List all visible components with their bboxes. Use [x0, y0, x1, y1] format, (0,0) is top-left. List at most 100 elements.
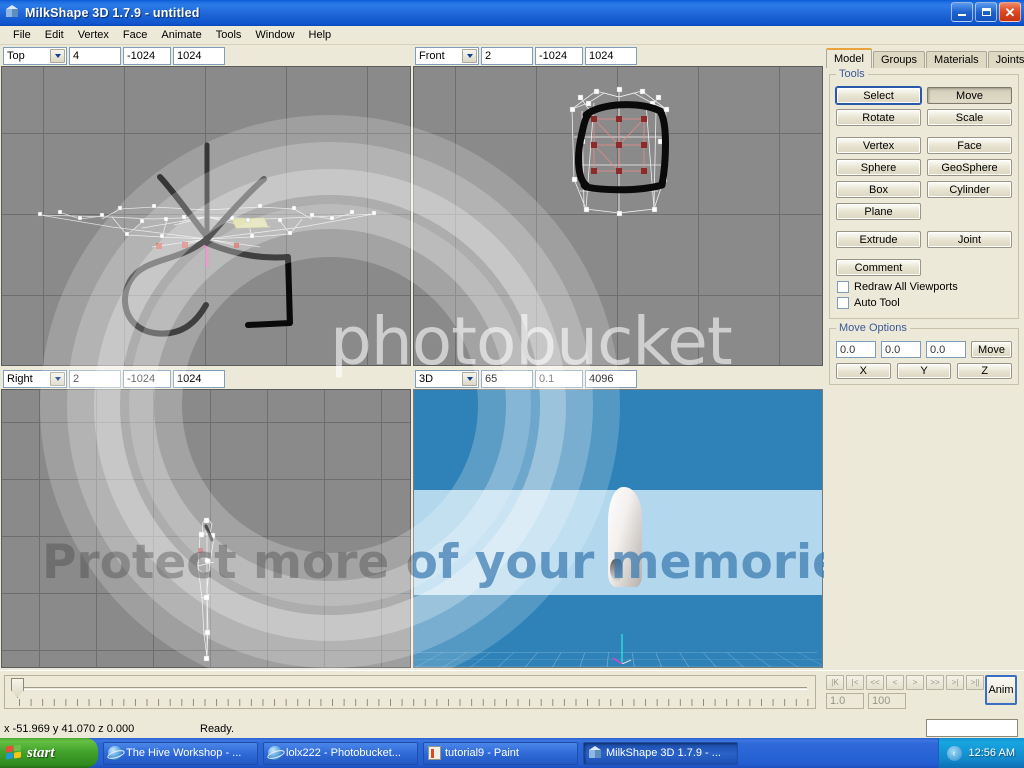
- viewport-front-near-field[interactable]: -1024: [535, 47, 583, 65]
- tool-plane-button[interactable]: Plane: [836, 203, 921, 220]
- menu-item-animate[interactable]: Animate: [154, 27, 208, 43]
- minimize-button[interactable]: [951, 2, 973, 22]
- tool-sphere-button[interactable]: Sphere: [836, 159, 921, 176]
- ie-icon: [268, 746, 282, 760]
- viewport-top-zoom-field[interactable]: 4: [69, 47, 121, 65]
- redraw-all-viewports-row[interactable]: Redraw All Viewports: [837, 281, 1012, 293]
- taskbar-item-paint[interactable]: tutorial9 - Paint: [423, 741, 578, 765]
- move-apply-button[interactable]: Move: [971, 341, 1012, 358]
- maximize-restore-button[interactable]: [975, 2, 997, 22]
- taskbar-item-photobucket[interactable]: lolx222 - Photobucket...: [263, 741, 418, 765]
- tool-face-button[interactable]: Face: [927, 137, 1012, 154]
- tool-extrude-button[interactable]: Extrude: [836, 231, 921, 248]
- comment-button[interactable]: Comment: [836, 259, 921, 276]
- viewport-3d-view-select[interactable]: 3D: [415, 370, 479, 388]
- tool-rotate-button[interactable]: Rotate: [836, 109, 921, 126]
- axis-x-button[interactable]: X: [836, 363, 891, 379]
- chevron-down-icon[interactable]: [462, 49, 477, 63]
- tools-group: Tools Select Move Rotate Scale Vertex Fa…: [829, 68, 1019, 319]
- viewport-top-far-field[interactable]: 1024: [173, 47, 225, 65]
- animation-timeline[interactable]: [4, 675, 816, 709]
- transport-step-back-button[interactable]: <: [886, 675, 904, 690]
- menu-item-window[interactable]: Window: [248, 27, 301, 43]
- tool-cylinder-button[interactable]: Cylinder: [927, 181, 1012, 198]
- menu-item-tools[interactable]: Tools: [209, 27, 249, 43]
- transport-next-keyframe-button[interactable]: >|: [946, 675, 964, 690]
- tab-groups[interactable]: Groups: [872, 51, 926, 68]
- sky-band-upper: [414, 390, 822, 490]
- system-tray: ‹ 12:56 AM: [937, 738, 1024, 768]
- status-input-field[interactable]: [926, 719, 1018, 737]
- transport-prev-keyframe-button[interactable]: |<: [846, 675, 864, 690]
- move-y-input[interactable]: 0.0: [881, 341, 921, 358]
- model-3d-preview: [607, 486, 642, 587]
- system-clock[interactable]: 12:56 AM: [969, 747, 1015, 759]
- move-x-input[interactable]: 0.0: [836, 341, 876, 358]
- anim-toggle-button[interactable]: Anim: [985, 675, 1017, 705]
- tool-move-button[interactable]: Move: [927, 87, 1012, 104]
- taskbar-item-milkshape[interactable]: MilkShape 3D 1.7.9 - ...: [583, 741, 738, 765]
- viewport-3d-far-field[interactable]: 4096: [585, 370, 637, 388]
- tool-vertex-button[interactable]: Vertex: [836, 137, 921, 154]
- auto-tool-checkbox[interactable]: [837, 297, 849, 309]
- current-frame-input[interactable]: 1.0: [826, 693, 864, 709]
- viewport-3d-fov-field[interactable]: 65: [481, 370, 533, 388]
- bottom-bar: |K |< << < > >> >| >|| 1.0 100 Anim x -5…: [0, 670, 1024, 738]
- viewport-3d-canvas[interactable]: [413, 389, 823, 668]
- tab-model[interactable]: Model: [826, 48, 872, 68]
- transport-first-frame-button[interactable]: |K: [826, 675, 844, 690]
- chevron-down-icon[interactable]: [462, 372, 477, 386]
- transport-play-button[interactable]: >: [906, 675, 924, 690]
- chevron-down-icon[interactable]: [50, 49, 65, 63]
- viewport-top-near-field[interactable]: -1024: [123, 47, 171, 65]
- viewport-right-near-field[interactable]: -1024: [123, 370, 171, 388]
- viewport-3d-near-field[interactable]: 0.1: [535, 370, 583, 388]
- window-titlebar[interactable]: MilkShape 3D 1.7.9 - untitled ✕: [0, 0, 1024, 26]
- auto-tool-row[interactable]: Auto Tool: [837, 297, 1012, 309]
- tab-joints[interactable]: Joints: [987, 51, 1024, 68]
- tool-geosphere-button[interactable]: GeoSphere: [927, 159, 1012, 176]
- menu-item-help[interactable]: Help: [302, 27, 339, 43]
- axis-z-button[interactable]: Z: [957, 363, 1013, 379]
- ie-icon: [108, 746, 122, 760]
- tab-materials[interactable]: Materials: [926, 51, 987, 68]
- viewport-front-zoom-field[interactable]: 2: [481, 47, 533, 65]
- total-frames-input[interactable]: 100: [868, 693, 906, 709]
- viewport-right-zoom-field[interactable]: 2: [69, 370, 121, 388]
- viewport-front-view-select[interactable]: Front: [415, 47, 479, 65]
- taskbar-item-label: MilkShape 3D 1.7.9 - ...: [606, 747, 721, 759]
- tool-select-button[interactable]: Select: [836, 87, 921, 104]
- windows-flag-icon: [6, 744, 23, 761]
- timeline-thumb[interactable]: [11, 678, 24, 698]
- transport-fast-forward-button[interactable]: >>: [926, 675, 944, 690]
- redraw-all-viewports-checkbox[interactable]: [837, 281, 849, 293]
- timeline-track[interactable]: [19, 687, 807, 690]
- taskbar-item-hive-workshop[interactable]: The Hive Workshop - ...: [103, 741, 258, 765]
- viewport-front-far-field[interactable]: 1024: [585, 47, 637, 65]
- menu-item-file[interactable]: File: [6, 27, 38, 43]
- viewport-top-canvas[interactable]: [1, 66, 411, 366]
- tool-box-button[interactable]: Box: [836, 181, 921, 198]
- origin-axis-gizmo: [612, 634, 632, 664]
- viewport-right-canvas[interactable]: [1, 389, 411, 668]
- move-z-input[interactable]: 0.0: [926, 341, 966, 358]
- viewport-front-canvas[interactable]: [413, 66, 823, 366]
- menu-item-edit[interactable]: Edit: [38, 27, 71, 43]
- viewport-front-header: Front 2 -1024 1024: [412, 45, 824, 66]
- viewport-top-view-select[interactable]: Top: [3, 47, 67, 65]
- close-button[interactable]: ✕: [999, 2, 1021, 22]
- menu-item-vertex[interactable]: Vertex: [71, 27, 116, 43]
- show-hidden-icons-chevron-icon[interactable]: ‹: [946, 745, 962, 761]
- viewport-right-far-field[interactable]: 1024: [173, 370, 225, 388]
- milkshape-cube-icon: [5, 5, 21, 21]
- tool-scale-button[interactable]: Scale: [927, 109, 1012, 126]
- transport-last-frame-button[interactable]: >||: [966, 675, 984, 690]
- viewport-right-view-select[interactable]: Right: [3, 370, 67, 388]
- tool-joint-button[interactable]: Joint: [927, 231, 1012, 248]
- axis-y-button[interactable]: Y: [896, 363, 952, 379]
- viewport-top-scene: [37, 142, 377, 337]
- menu-item-face[interactable]: Face: [116, 27, 154, 43]
- transport-rewind-button[interactable]: <<: [866, 675, 884, 690]
- chevron-down-icon[interactable]: [50, 372, 65, 386]
- start-button[interactable]: start: [0, 738, 98, 768]
